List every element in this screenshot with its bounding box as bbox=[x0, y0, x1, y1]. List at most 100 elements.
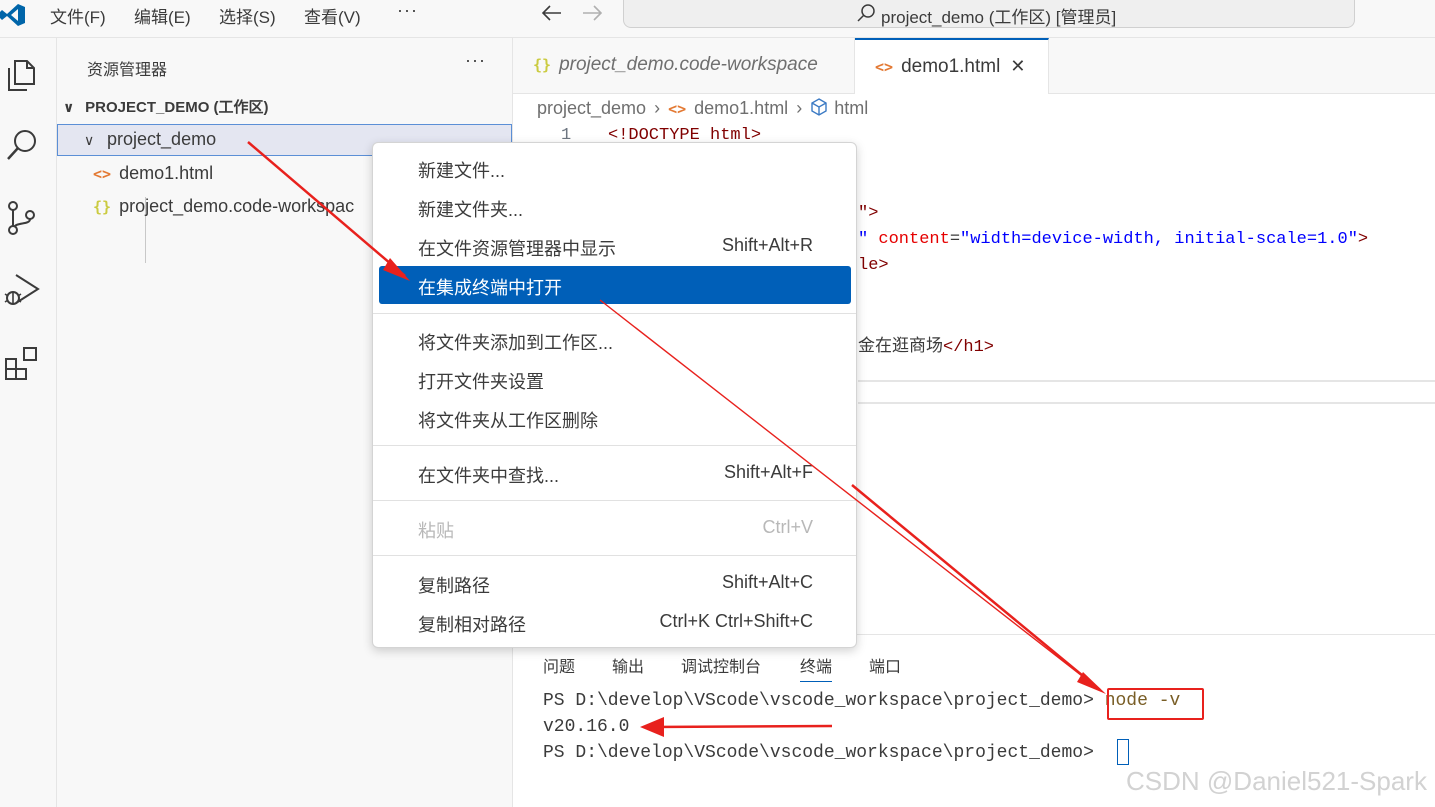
explorer-icon[interactable] bbox=[3, 56, 41, 94]
chevron-down-icon: ∨ bbox=[63, 99, 75, 115]
activity-bar bbox=[0, 38, 57, 807]
annotation-box bbox=[1107, 688, 1204, 720]
symbol-element-icon bbox=[811, 98, 827, 116]
chevron-right-icon: › bbox=[796, 98, 803, 118]
folder-label: project_demo bbox=[107, 129, 217, 149]
terminal-output: v20.16.0 bbox=[543, 717, 630, 737]
menu-item-shortcut: Shift+Alt+F bbox=[723, 462, 813, 482]
tab-demo1-html[interactable]: <> demo1.html ✕ bbox=[855, 38, 1049, 94]
code-token-eq: = bbox=[949, 230, 961, 249]
tab-code-workspace[interactable]: {} project_demo.code-workspace bbox=[513, 38, 855, 94]
menu-item-label: 打开文件夹设置 bbox=[418, 372, 544, 392]
menu-selection[interactable]: 选择(S) bbox=[219, 3, 276, 28]
menu-item-open-in-terminal[interactable]: 在集成终端中打开 bbox=[379, 266, 851, 304]
menu-item-shortcut: Ctrl+V bbox=[762, 517, 813, 537]
tab-label: demo1.html bbox=[901, 56, 1001, 77]
html-file-icon: <> bbox=[875, 58, 894, 76]
json-file-icon: {} bbox=[533, 56, 552, 74]
tree-item-code-workspace[interactable]: {} project_demo.code-workspac bbox=[93, 196, 354, 217]
menu-edit[interactable]: 编辑(E) bbox=[134, 3, 191, 28]
menu-item-reveal-in-explorer[interactable]: 在文件资源管理器中显示 Shift+Alt+R bbox=[379, 227, 851, 265]
code-token-gt: > bbox=[1357, 230, 1369, 249]
tab-problems[interactable]: 问题 bbox=[543, 653, 575, 677]
json-file-icon: {} bbox=[93, 198, 112, 216]
sidebar-title: 资源管理器 bbox=[87, 62, 168, 79]
menu-item-add-folder-to-workspace[interactable]: 将文件夹添加到工作区... bbox=[379, 321, 851, 359]
code-token-quote: " bbox=[858, 230, 879, 249]
editor-divider bbox=[858, 402, 1435, 404]
tree-item-demo1-html[interactable]: <> demo1.html bbox=[93, 163, 213, 184]
menu-item-label: 粘贴 bbox=[418, 521, 454, 541]
run-debug-icon[interactable] bbox=[3, 270, 41, 308]
terminal-cursor bbox=[1117, 739, 1129, 765]
menu-separator bbox=[373, 445, 856, 446]
file-label: demo1.html bbox=[119, 163, 214, 183]
terminal-line[interactable]: PS D:\develop\VScode\vscode_workspace\pr… bbox=[543, 691, 1180, 711]
terminal-line[interactable]: PS D:\develop\VScode\vscode_workspace\pr… bbox=[543, 743, 1094, 763]
workspace-header[interactable]: ∨ PROJECT_DEMO (工作区) bbox=[63, 96, 269, 117]
menu-item-new-file[interactable]: 新建文件... bbox=[379, 149, 851, 187]
menu-item-find-in-folder[interactable]: 在文件夹中查找... Shift+Alt+F bbox=[379, 454, 851, 492]
menu-separator bbox=[373, 500, 856, 501]
editor-divider bbox=[858, 380, 1435, 382]
breadcrumb-folder[interactable]: project_demo bbox=[537, 98, 646, 118]
menu-item-label: 将文件夹从工作区删除 bbox=[418, 411, 598, 431]
title-bar: 文件(F) 编辑(E) 选择(S) 查看(V) ··· project_demo… bbox=[0, 0, 1435, 38]
menu-item-label: 新建文件夹... bbox=[418, 200, 524, 220]
menu-item-label: 复制路径 bbox=[418, 576, 490, 596]
command-center[interactable]: project_demo (工作区) [管理员] bbox=[623, 0, 1355, 28]
search-icon[interactable] bbox=[3, 126, 41, 164]
menu-item-label: 在文件夹中查找... bbox=[418, 466, 560, 486]
chevron-down-icon: ∨ bbox=[84, 132, 95, 148]
editor-tabs: {} project_demo.code-workspace <> demo1.ht… bbox=[513, 38, 1435, 94]
watermark: CSDN @Daniel521-Spark bbox=[1126, 766, 1427, 796]
workspace-label: PROJECT_DEMO (工作区) bbox=[85, 99, 269, 116]
menu-more-icon[interactable]: ··· bbox=[397, 0, 418, 21]
html-file-icon: <> bbox=[93, 165, 112, 183]
code-token-close-tag: </h1> bbox=[943, 338, 995, 357]
terminal-prompt: PS D:\develop\VScode\vscode_workspace\pr… bbox=[543, 743, 1094, 763]
tab-terminal[interactable]: 终端 bbox=[800, 653, 833, 682]
extensions-icon[interactable] bbox=[3, 344, 41, 382]
code-token-attr: content bbox=[878, 230, 950, 249]
menu-file[interactable]: 文件(F) bbox=[50, 3, 106, 28]
code-token-value: "width=device-width, initial-scale=1.0" bbox=[960, 230, 1358, 249]
source-control-icon[interactable] bbox=[3, 198, 41, 236]
html-file-icon: <> bbox=[668, 100, 687, 118]
close-icon[interactable]: ✕ bbox=[1010, 56, 1025, 76]
command-center-text: project_demo (工作区) [管理员] bbox=[881, 8, 1117, 27]
arrow-left-icon[interactable] bbox=[541, 4, 563, 22]
search-icon bbox=[857, 4, 875, 22]
menu-item-label: 在文件资源管理器中显示 bbox=[418, 239, 616, 259]
vscode-logo-icon[interactable] bbox=[0, 2, 26, 28]
breadcrumb: project_demo › <> demo1.html › html bbox=[537, 98, 868, 119]
code-fragment-viewport: " content="width=device-width, initial-s… bbox=[858, 230, 1368, 249]
chevron-right-icon: › bbox=[654, 98, 661, 118]
menu-view[interactable]: 查看(V) bbox=[304, 3, 361, 28]
context-menu: 新建文件... 新建文件夹... 在文件资源管理器中显示 Shift+Alt+R… bbox=[372, 142, 857, 648]
tab-ports[interactable]: 端口 bbox=[869, 653, 901, 677]
sidebar-more-icon[interactable]: ··· bbox=[465, 50, 486, 71]
code-fragment-h1: 金在逛商场</h1> bbox=[858, 331, 994, 357]
menu-item-label: 将文件夹添加到工作区... bbox=[418, 333, 614, 353]
menu-item-label: 复制相对路径 bbox=[418, 615, 526, 635]
menu-item-copy-relative-path[interactable]: 复制相对路径 Ctrl+K Ctrl+Shift+C bbox=[379, 603, 851, 641]
menu-item-copy-path[interactable]: 复制路径 Shift+Alt+C bbox=[379, 564, 851, 602]
menu-item-shortcut: Shift+Alt+R bbox=[721, 235, 813, 255]
tab-output[interactable]: 输出 bbox=[612, 653, 644, 677]
arrow-right-icon[interactable] bbox=[581, 4, 603, 22]
code-fragment-meta-end: "> bbox=[858, 204, 879, 223]
tab-debug-console[interactable]: 调试控制台 bbox=[681, 653, 761, 677]
breadcrumb-symbol[interactable]: html bbox=[834, 98, 868, 118]
code-token-text: 金在逛商场 bbox=[858, 336, 943, 356]
menu-item-remove-folder[interactable]: 将文件夹从工作区删除 bbox=[379, 399, 851, 437]
menu-item-label: 在集成终端中打开 bbox=[418, 278, 562, 298]
menu-item-shortcut: Ctrl+K Ctrl+Shift+C bbox=[659, 611, 813, 631]
tab-label: project_demo.code-workspace bbox=[559, 54, 818, 75]
terminal-prompt: PS D:\develop\VScode\vscode_workspace\pr… bbox=[543, 691, 1094, 711]
menu-item-folder-settings[interactable]: 打开文件夹设置 bbox=[379, 360, 851, 398]
breadcrumb-file[interactable]: demo1.html bbox=[694, 98, 788, 118]
menu-item-new-folder[interactable]: 新建文件夹... bbox=[379, 188, 851, 226]
code-fragment-title: le> bbox=[858, 256, 889, 275]
menu-item-shortcut: Shift+Alt+C bbox=[721, 572, 813, 592]
